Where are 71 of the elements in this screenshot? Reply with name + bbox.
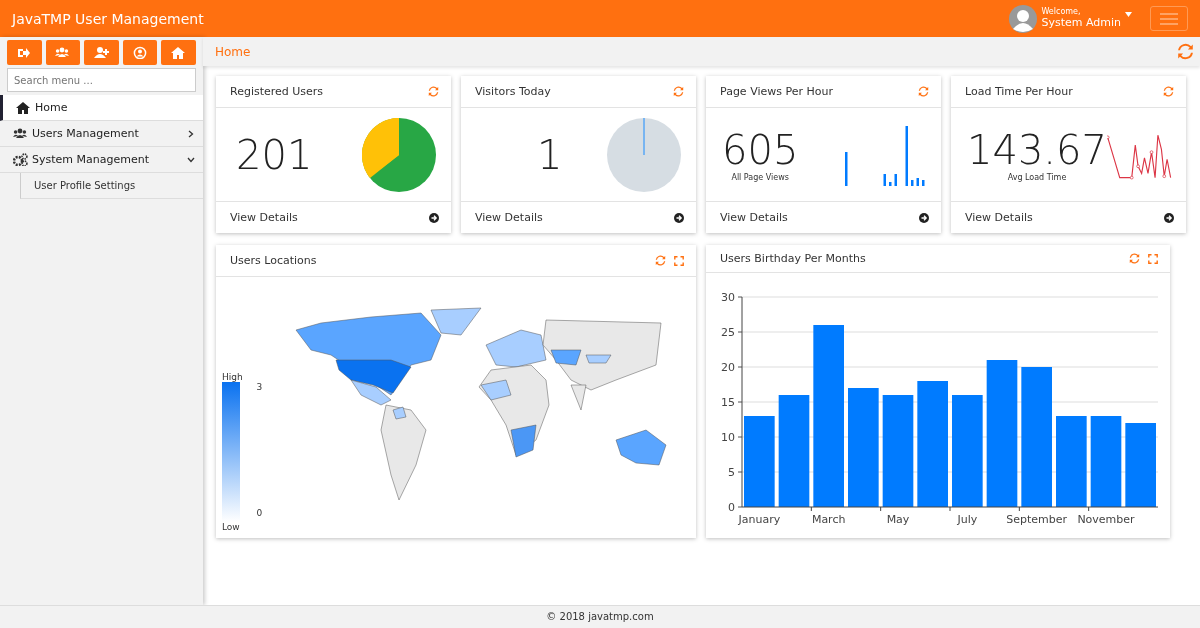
logout-icon (16, 46, 32, 59)
logout-button[interactable] (7, 40, 42, 65)
card-title: Visitors Today (475, 85, 552, 98)
menu-button[interactable] (1150, 6, 1188, 31)
axis-tick-label: 15 (721, 396, 735, 409)
fullscreen-icon[interactable] (674, 255, 684, 266)
chevron-down-icon (187, 155, 195, 164)
submenu-item[interactable]: User Profile Settings (20, 173, 203, 199)
legend-value: 0 (256, 508, 264, 520)
axis-tick-label: March (811, 513, 846, 526)
axis-tick-label: 25 (721, 326, 735, 339)
welcome-text: Welcome, (1041, 8, 1082, 17)
search-field[interactable]: Search menu ... (7, 68, 196, 92)
stat-value: 605 (722, 127, 799, 173)
caret-icon (1125, 12, 1132, 17)
view-details-link[interactable]: View Details (230, 211, 298, 224)
add-user-button[interactable] (84, 40, 119, 65)
refresh-icon[interactable] (428, 86, 439, 97)
view-details-link[interactable]: View Details (720, 211, 788, 224)
refresh-icon[interactable] (673, 86, 684, 97)
users-icon (55, 46, 71, 59)
refresh-icon[interactable] (1163, 86, 1174, 97)
legend-value: 3 (256, 382, 264, 392)
stat-value: 201 (236, 131, 313, 178)
avatar-icon (1009, 4, 1038, 33)
panel-title: Users Locations (230, 254, 318, 267)
arrow-circle-icon (919, 212, 929, 223)
home-button[interactable] (161, 40, 196, 65)
app-title: JavaTMP User Management (12, 10, 205, 27)
stat-caption: Avg Load Time (1007, 173, 1067, 182)
chevron-right-icon (187, 129, 195, 138)
menu-item[interactable]: Users Management (0, 121, 203, 147)
stat-value: 143.67 (967, 127, 1107, 173)
refresh-icon[interactable] (655, 255, 666, 266)
users-icon (13, 127, 28, 140)
users-button[interactable] (45, 40, 81, 65)
home-icon (16, 101, 31, 114)
add-user-icon (94, 46, 109, 59)
arrow-circle-icon (1164, 212, 1174, 223)
axis-tick-label: May (886, 513, 910, 526)
view-details-link[interactable]: View Details (965, 211, 1033, 224)
axis-tick-label: January (738, 513, 781, 526)
legend-label: High (222, 372, 244, 382)
fullscreen-icon[interactable] (1148, 253, 1158, 264)
footer-text: © 2018 javatmp.com (0, 605, 1200, 628)
view-details-link[interactable]: View Details (475, 211, 543, 224)
stat-caption: All Page Views (731, 173, 789, 182)
legend-label: Low (222, 522, 241, 532)
refresh-icon[interactable] (1129, 253, 1140, 264)
card-title: Registered Users (230, 85, 325, 98)
axis-tick-label: 10 (721, 431, 735, 444)
axis-tick-label: 0 (728, 501, 735, 514)
axis-tick-label: 30 (721, 291, 735, 304)
card-title: Page Views Per Hour (720, 85, 834, 98)
arrow-circle-icon (429, 212, 439, 223)
user-circle-button[interactable] (122, 40, 158, 65)
panel-title: Users Birthday Per Months (720, 252, 867, 265)
menu-item[interactable]: Home (0, 95, 203, 121)
stat-value: 1 (537, 131, 563, 178)
menu-item[interactable]: System Management (0, 147, 203, 173)
axis-tick-label: July (957, 513, 978, 526)
refresh-icon[interactable] (918, 86, 929, 97)
refresh-icon[interactable] (1177, 43, 1194, 60)
menu-icon (1160, 12, 1178, 25)
arrow-circle-icon (674, 212, 684, 223)
axis-tick-label: September (1006, 513, 1068, 526)
home-icon (171, 46, 187, 59)
axis-tick-label: 5 (728, 466, 735, 479)
axis-tick-label: 20 (721, 361, 735, 374)
card-title: Load Time Per Hour (965, 85, 1074, 98)
axis-tick-label: November (1077, 513, 1135, 526)
